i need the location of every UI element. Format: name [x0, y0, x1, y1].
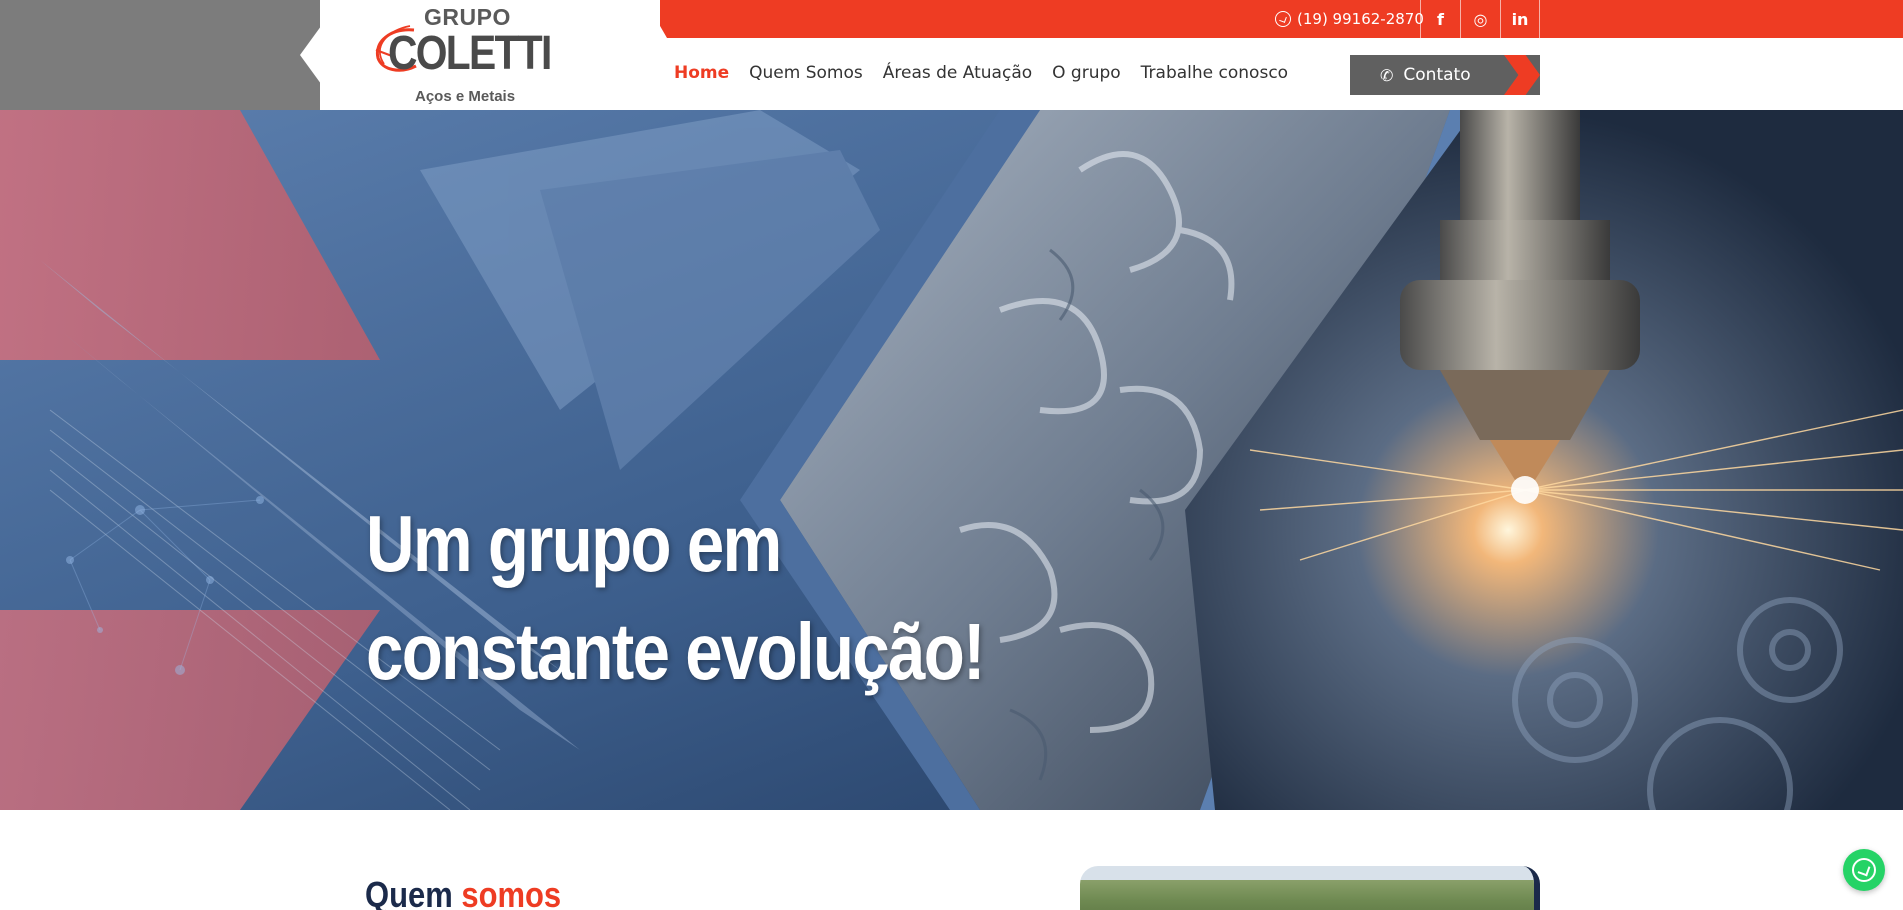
hero-title-line-2: constante evolução!: [366, 607, 986, 696]
linkedin-icon: in: [1511, 9, 1529, 29]
logo[interactable]: GRUPO COLETTI Aços e Metais: [370, 2, 555, 106]
instagram-icon: ◎: [1473, 9, 1488, 29]
hero-title: Um grupo em constante evolução!: [366, 490, 986, 706]
topbar-phone-link[interactable]: (19) 99162-2870: [1275, 9, 1424, 29]
page: GRUPO COLETTI Aços e Metais (19) 99162-2…: [0, 0, 1903, 910]
nav-item-o-grupo[interactable]: O grupo: [1052, 63, 1121, 83]
nav-item-trabalhe-conosco[interactable]: Trabalhe conosco: [1141, 63, 1288, 83]
header-top-bar: [645, 0, 1903, 38]
hero-title-line-1: Um grupo em: [366, 499, 782, 588]
section-heading-main: Quem: [365, 874, 453, 910]
instagram-link[interactable]: ◎: [1460, 0, 1500, 38]
site-header: GRUPO COLETTI Aços e Metais (19) 99162-2…: [0, 0, 1903, 110]
whatsapp-icon: [1852, 858, 1876, 882]
contato-button[interactable]: ✆ Contato: [1350, 55, 1540, 95]
facebook-icon: f: [1437, 9, 1444, 29]
whatsapp-icon: [1275, 11, 1291, 27]
header-gray-band: [0, 0, 320, 110]
nav-item-quem-somos[interactable]: Quem Somos: [749, 63, 863, 83]
logo-subtitle: Aços e Metais: [415, 88, 516, 105]
nav-item-home[interactable]: Home: [674, 63, 729, 83]
phone-icon: ✆: [1380, 65, 1394, 85]
section-heading-quem-somos: Quem somos: [365, 874, 561, 910]
linkedin-link[interactable]: in: [1500, 0, 1540, 38]
facebook-link[interactable]: f: [1420, 0, 1460, 38]
about-image-sky: [1080, 866, 1534, 880]
contato-button-accent: [1504, 55, 1540, 95]
about-image-field: [1080, 880, 1534, 910]
main-nav: Home Quem Somos Áreas de Atuação O grupo…: [674, 63, 1308, 83]
topbar-phone-number: (19) 99162-2870: [1297, 10, 1424, 28]
about-aerial-image: [1080, 866, 1540, 910]
section-heading-accent: somos: [461, 874, 562, 910]
contato-button-label: Contato: [1403, 65, 1471, 85]
logo-coletti-text: COLETTI: [388, 27, 552, 80]
whatsapp-floating-button[interactable]: [1843, 849, 1885, 891]
hero-banner: Um grupo em constante evolução!: [0, 110, 1903, 810]
nav-item-areas-de-atuacao[interactable]: Áreas de Atuação: [883, 63, 1032, 83]
